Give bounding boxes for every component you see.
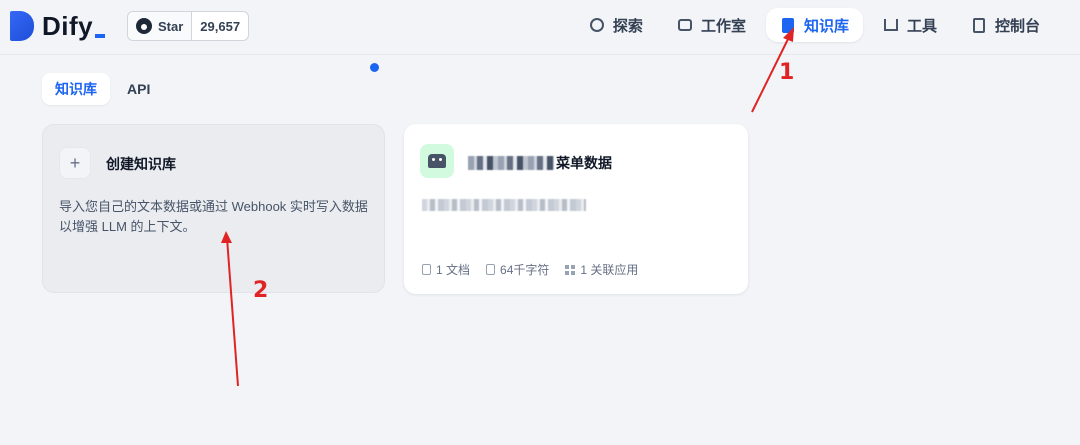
- annotation-arrowhead-1: [783, 27, 794, 42]
- annotation-number-1: 1: [779, 60, 795, 85]
- annotation-number-2: 2: [253, 278, 269, 303]
- annotation-arrowhead-2: [221, 231, 232, 243]
- annotation-arrow-2: [226, 237, 239, 387]
- annotation-arrows: [221, 27, 794, 387]
